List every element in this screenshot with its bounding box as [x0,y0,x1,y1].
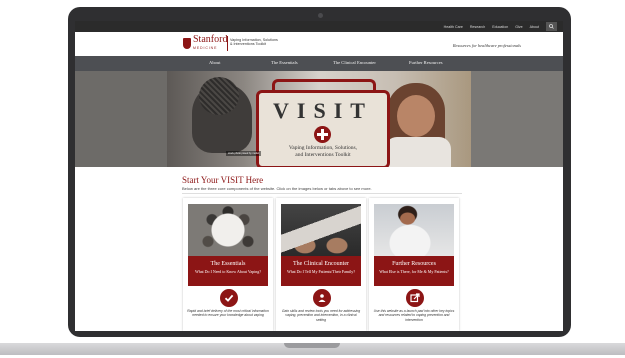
users-icon [318,294,326,302]
search-icon [549,24,554,29]
utility-bar: Health Care Research Education Give Abou… [75,21,563,32]
card-subtitle: What Do I Need to Know About Vaping? [194,269,262,274]
hero-person-right-face [397,95,435,137]
card-further-resources[interactable]: Further Resources What Else is There, fo… [369,198,459,331]
card-title-box: Further Resources What Else is There, fo… [374,256,454,286]
card-title: Further Resources [392,261,436,267]
hero-person-right-shirt [385,137,451,167]
toolkit-subtitle-line2: and Interventions Toolkit [295,151,351,158]
utility-link-give[interactable]: Give [515,25,522,29]
hero-banner[interactable]: VISIT Vaping Information, Solutions, and… [75,71,563,167]
toolkit-logo-word: VISIT [273,98,373,123]
camera-dot [318,13,323,18]
utility-link-research[interactable]: Research [470,25,485,29]
card-the-clinical-encounter[interactable]: The Clinical Encounter What Do I Tell My… [276,198,366,331]
nav-item-further-resources[interactable]: Further Resources [409,60,443,65]
utility-link-education[interactable]: Education [492,25,508,29]
card-title-box: The Essentials What Do I Need to Know Ab… [188,256,268,286]
card-description: Rapid and brief delivery of the most cri… [187,309,269,318]
hero-side-panel-left [75,71,167,167]
header-tagline: Resources for healthcare professionals [452,43,521,48]
logo-divider [227,36,228,51]
external-link-icon [410,293,420,303]
utility-link-health-care[interactable]: Health Care [444,25,463,29]
site-header: Stanford MEDICINE Vaping Information, So… [75,32,563,56]
medical-cross-icon [314,126,331,143]
card-subtitle: What Do I Tell My Patients/Their Family? [286,269,356,274]
hero-person-left-hair [199,77,239,115]
site-title[interactable]: Vaping Information, Solutions & Interven… [230,38,300,47]
nav-item-the-essentials[interactable]: The Essentials [271,60,298,65]
intro-divider [182,193,462,194]
card-icon-button[interactable] [219,288,239,308]
card-description: Gain skills and review tools you need fo… [281,309,361,322]
intro-title: Start Your VISIT Here [182,175,264,185]
card-title: The Clinical Encounter [293,261,349,267]
utility-links: Health Care Research Education Give Abou… [444,21,539,32]
nav-item-clinical-encounter[interactable]: The Clinical Encounter [333,60,376,65]
card-image-doctor[interactable] [374,204,454,256]
card-icon-button[interactable] [312,288,332,308]
card-image-laptop[interactable] [281,204,361,256]
toolkit-logo: VISIT Vaping Information, Solutions, and… [256,90,390,167]
card-image-meeting[interactable] [188,204,268,256]
intro-text: Below are the three core components of t… [182,186,372,191]
utility-link-about[interactable]: About [530,25,539,29]
card-the-essentials[interactable]: The Essentials What Do I Need to Know Ab… [183,198,273,331]
browser-screen: Health Care Research Education Give Abou… [75,21,563,331]
check-icon [224,294,234,302]
photo-credit: stock photo posed by model [226,151,262,156]
logo-stanford-text[interactable]: Stanford [193,35,227,45]
logo-medicine-text[interactable]: MEDICINE [193,46,217,50]
search-button[interactable] [546,22,557,31]
laptop-notch [284,343,340,348]
site-title-line2: & Interventions Toolkit [230,42,267,47]
hero-side-panel-right [471,71,563,167]
card-description: Use this website as a launch pad into ot… [373,309,455,322]
card-title: The Essentials [210,261,246,267]
nav-item-about[interactable]: About [209,60,220,65]
stanford-shield-icon [183,38,191,49]
card-icon-button[interactable] [405,288,425,308]
toolkit-logo-subtitle: Vaping Information, Solutions, and Inter… [263,145,383,158]
card-subtitle: What Else is There, for Me & My Patients… [379,269,449,274]
card-title-box: The Clinical Encounter What Do I Tell My… [281,256,361,286]
main-nav: About The Essentials The Clinical Encoun… [75,56,563,71]
